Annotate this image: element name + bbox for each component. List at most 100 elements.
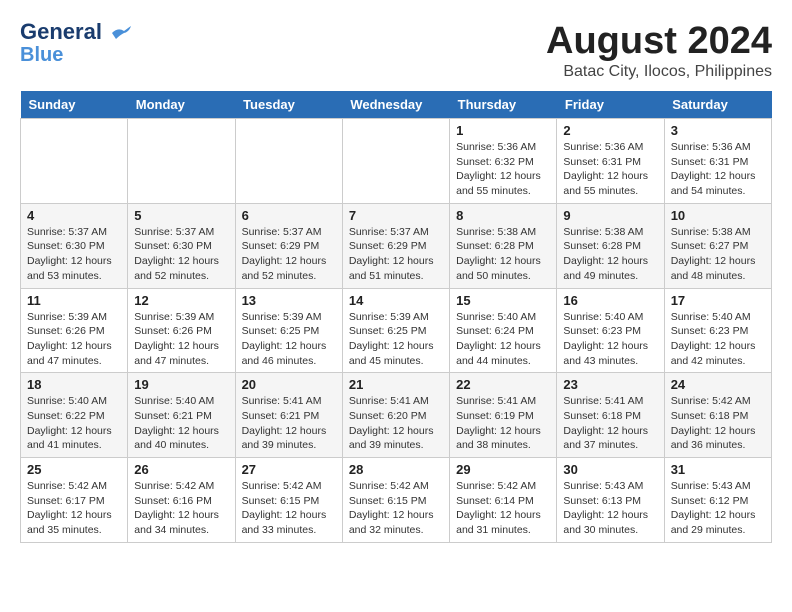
calendar-cell: 30 Sunrise: 5:43 AM Sunset: 6:13 PM Dayli… [557,458,664,543]
calendar-cell: 25 Sunrise: 5:42 AM Sunset: 6:17 PM Dayli… [21,458,128,543]
day-number: 7 [349,208,443,223]
title-section: August 2024 Batac City, Ilocos, Philippi… [546,20,772,81]
day-info: Sunrise: 5:36 AM Sunset: 6:31 PM Dayligh… [671,140,765,199]
calendar-cell: 5 Sunrise: 5:37 AM Sunset: 6:30 PM Daylig… [128,203,235,288]
day-info: Sunrise: 5:41 AM Sunset: 6:18 PM Dayligh… [563,394,657,453]
calendar-cell: 13Sunrise: 5:39 AM Sunset: 6:25 PM Dayli… [235,288,342,373]
calendar-week-row: 1 Sunrise: 5:36 AM Sunset: 6:32 PM Daylig… [21,119,772,204]
weekday-header-row: SundayMondayTuesdayWednesdayThursdayFrid… [21,91,772,119]
calendar-cell: 4 Sunrise: 5:37 AM Sunset: 6:30 PM Daylig… [21,203,128,288]
day-number: 30 [563,462,657,477]
weekday-header: Saturday [664,91,771,119]
calendar-cell: 8Sunrise: 5:38 AM Sunset: 6:28 PM Daylig… [450,203,557,288]
day-number: 27 [242,462,336,477]
day-number: 26 [134,462,228,477]
day-number: 21 [349,377,443,392]
day-number: 13 [242,293,336,308]
calendar-cell: 12Sunrise: 5:39 AM Sunset: 6:26 PM Dayli… [128,288,235,373]
header: General Blue August 2024 Batac City, Ilo… [20,20,772,81]
calendar-cell: 19Sunrise: 5:40 AM Sunset: 6:21 PM Dayli… [128,373,235,458]
day-info: Sunrise: 5:42 AM Sunset: 6:16 PM Dayligh… [134,479,228,538]
day-info: Sunrise: 5:39 AM Sunset: 6:25 PM Dayligh… [349,310,443,369]
calendar-cell: 14 Sunrise: 5:39 AM Sunset: 6:25 PM Dayli… [342,288,449,373]
calendar-cell: 20 Sunrise: 5:41 AM Sunset: 6:21 PM Dayli… [235,373,342,458]
day-number: 2 [563,123,657,138]
day-number: 8 [456,208,550,223]
day-number: 12 [134,293,228,308]
day-number: 15 [456,293,550,308]
day-info: Sunrise: 5:37 AM Sunset: 6:29 PM Dayligh… [349,225,443,284]
day-info: Sunrise: 5:41 AM Sunset: 6:21 PM Dayligh… [242,394,336,453]
day-info: Sunrise: 5:43 AM Sunset: 6:13 PM Dayligh… [563,479,657,538]
calendar-cell: 15 Sunrise: 5:40 AM Sunset: 6:24 PM Dayli… [450,288,557,373]
day-number: 18 [27,377,121,392]
calendar-table: SundayMondayTuesdayWednesdayThursdayFrid… [20,91,772,543]
day-info: Sunrise: 5:36 AM Sunset: 6:32 PM Dayligh… [456,140,550,199]
day-number: 4 [27,208,121,223]
calendar-cell: 31 Sunrise: 5:43 AM Sunset: 6:12 PM Dayli… [664,458,771,543]
day-info: Sunrise: 5:40 AM Sunset: 6:23 PM Dayligh… [563,310,657,369]
day-number: 5 [134,208,228,223]
day-info: Sunrise: 5:42 AM Sunset: 6:17 PM Dayligh… [27,479,121,538]
day-number: 10 [671,208,765,223]
day-number: 24 [671,377,765,392]
logo-line2: Blue [20,44,63,66]
day-number: 6 [242,208,336,223]
day-number: 17 [671,293,765,308]
day-info: Sunrise: 5:37 AM Sunset: 6:29 PM Dayligh… [242,225,336,284]
day-number: 11 [27,293,121,308]
day-number: 3 [671,123,765,138]
day-info: Sunrise: 5:41 AM Sunset: 6:20 PM Dayligh… [349,394,443,453]
day-info: Sunrise: 5:43 AM Sunset: 6:12 PM Dayligh… [671,479,765,538]
day-info: Sunrise: 5:36 AM Sunset: 6:31 PM Dayligh… [563,140,657,199]
day-info: Sunrise: 5:37 AM Sunset: 6:30 PM Dayligh… [27,225,121,284]
day-number: 20 [242,377,336,392]
logo-line1: General [20,20,132,44]
calendar-title: August 2024 [546,20,772,63]
calendar-cell: 18 Sunrise: 5:40 AM Sunset: 6:22 PM Dayli… [21,373,128,458]
calendar-cell: 17 Sunrise: 5:40 AM Sunset: 6:23 PM Dayli… [664,288,771,373]
day-info: Sunrise: 5:39 AM Sunset: 6:26 PM Dayligh… [27,310,121,369]
calendar-cell: 24 Sunrise: 5:42 AM Sunset: 6:18 PM Dayli… [664,373,771,458]
calendar-cell: 3 Sunrise: 5:36 AM Sunset: 6:31 PM Daylig… [664,119,771,204]
calendar-cell: 26 Sunrise: 5:42 AM Sunset: 6:16 PM Dayli… [128,458,235,543]
calendar-cell: 1 Sunrise: 5:36 AM Sunset: 6:32 PM Daylig… [450,119,557,204]
calendar-cell: 21 Sunrise: 5:41 AM Sunset: 6:20 PM Dayli… [342,373,449,458]
calendar-cell: 23 Sunrise: 5:41 AM Sunset: 6:18 PM Dayli… [557,373,664,458]
calendar-cell: 11 Sunrise: 5:39 AM Sunset: 6:26 PM Dayli… [21,288,128,373]
day-number: 14 [349,293,443,308]
day-number: 25 [27,462,121,477]
day-number: 16 [563,293,657,308]
day-number: 9 [563,208,657,223]
weekday-header: Tuesday [235,91,342,119]
day-info: Sunrise: 5:38 AM Sunset: 6:28 PM Dayligh… [563,225,657,284]
day-info: Sunrise: 5:41 AM Sunset: 6:19 PM Dayligh… [456,394,550,453]
calendar-cell: 10Sunrise: 5:38 AM Sunset: 6:27 PM Dayli… [664,203,771,288]
day-info: Sunrise: 5:40 AM Sunset: 6:23 PM Dayligh… [671,310,765,369]
day-info: Sunrise: 5:37 AM Sunset: 6:30 PM Dayligh… [134,225,228,284]
logo-bird-icon [110,25,132,41]
calendar-week-row: 11 Sunrise: 5:39 AM Sunset: 6:26 PM Dayli… [21,288,772,373]
calendar-cell: 9 Sunrise: 5:38 AM Sunset: 6:28 PM Daylig… [557,203,664,288]
calendar-cell: 16 Sunrise: 5:40 AM Sunset: 6:23 PM Dayli… [557,288,664,373]
calendar-cell [342,119,449,204]
day-info: Sunrise: 5:42 AM Sunset: 6:15 PM Dayligh… [242,479,336,538]
calendar-subtitle: Batac City, Ilocos, Philippines [546,63,772,81]
day-number: 22 [456,377,550,392]
weekday-header: Wednesday [342,91,449,119]
day-number: 23 [563,377,657,392]
day-number: 29 [456,462,550,477]
day-number: 28 [349,462,443,477]
weekday-header: Monday [128,91,235,119]
day-info: Sunrise: 5:40 AM Sunset: 6:24 PM Dayligh… [456,310,550,369]
weekday-header: Friday [557,91,664,119]
calendar-cell: 6 Sunrise: 5:37 AM Sunset: 6:29 PM Daylig… [235,203,342,288]
day-info: Sunrise: 5:42 AM Sunset: 6:18 PM Dayligh… [671,394,765,453]
calendar-cell: 2 Sunrise: 5:36 AM Sunset: 6:31 PM Daylig… [557,119,664,204]
calendar-cell [235,119,342,204]
day-number: 19 [134,377,228,392]
calendar-cell: 22 Sunrise: 5:41 AM Sunset: 6:19 PM Dayli… [450,373,557,458]
day-number: 31 [671,462,765,477]
day-number: 1 [456,123,550,138]
day-info: Sunrise: 5:40 AM Sunset: 6:22 PM Dayligh… [27,394,121,453]
